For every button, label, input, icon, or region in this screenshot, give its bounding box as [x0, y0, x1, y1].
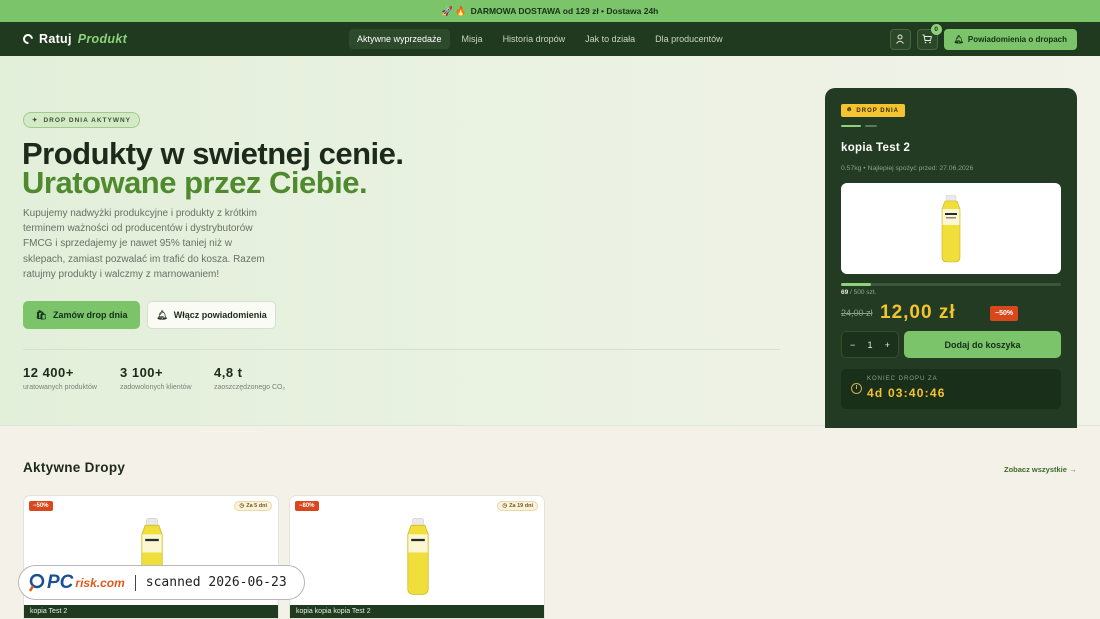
time-left-label: Za 19 dni: [509, 503, 533, 509]
product-image: [841, 183, 1061, 274]
drop-active-label: DROP DNIA AKTYWNY: [43, 116, 131, 124]
stat-value: 12 400+: [23, 365, 74, 380]
discount-badge: −80%: [295, 501, 319, 511]
enable-notifications-label: Włącz powiadomienia: [173, 310, 267, 320]
stat-value: 4,8 t: [214, 365, 243, 380]
drop-of-the-day-card: 🔥︎ DROP DNIA kopia Test 2 0.57kg • Najle…: [825, 88, 1077, 428]
nav-link-for-producers[interactable]: Dla producentów: [647, 29, 731, 49]
countdown-label: KONIEC DROPU ZA: [867, 376, 938, 382]
watermark-separator: [134, 574, 136, 591]
promo-text: DARMOWA DOSTAWA od 129 zł • Dostawa 24h: [470, 6, 659, 16]
hero-section: ✦ DROP DNIA AKTYWNY Produkty w swietnej …: [0, 56, 1100, 428]
logo-word-2: Produkt: [77, 32, 128, 46]
stock-count: 69 / 500 szt.: [841, 289, 876, 296]
countdown-box: KONIEC DROPU ZA 4d 03:40:46: [841, 369, 1061, 409]
sparkle-icon: ✦: [32, 117, 39, 124]
magnifier-icon: [29, 573, 45, 592]
watermark-brand-main: PC: [47, 571, 74, 593]
old-price: 24,00 zł: [841, 308, 873, 318]
stock-progress-bar: [841, 283, 1061, 286]
top-navigation: Ratuj Produkt Aktywne wyprzedaże Misja H…: [0, 22, 1100, 56]
quantity-increase-button[interactable]: +: [885, 340, 890, 350]
discount-badge: −50%: [990, 306, 1019, 321]
drop-notifications-label: Powiadomienia o dropach: [967, 34, 1067, 44]
watermark: PC risk.com scanned 2026-06-23: [18, 565, 305, 600]
add-to-cart-button[interactable]: Dodaj do koszyka: [904, 331, 1061, 358]
product-name: kopia kopia kopia Test 2: [290, 605, 544, 618]
quantity-value[interactable]: 1: [867, 340, 872, 350]
see-all-link[interactable]: Zobacz wszystkie →: [1004, 465, 1077, 474]
carousel-indicators: [841, 125, 877, 127]
headline-line-2: Uratowane przez Ciebie.: [22, 165, 368, 200]
new-price: 12,00 zł: [880, 302, 956, 323]
product-name: kopia Test 2: [24, 605, 278, 618]
bag-icon: 🛍︎: [35, 309, 47, 320]
bell-icon: 🔔︎: [156, 309, 168, 320]
quantity-decrease-button[interactable]: −: [850, 340, 855, 350]
promo-icons: 🚀 🔥: [441, 5, 467, 16]
stat-saved-products: 12 400+ uratowanych produktów: [23, 365, 97, 391]
clock-icon: [851, 383, 862, 394]
product-card[interactable]: −80% ◷ Za 19 dni kopia kopia kopia Test …: [289, 495, 545, 619]
logo[interactable]: Ratuj Produkt: [20, 31, 128, 47]
watermark-logo: PC risk.com: [29, 572, 125, 594]
carousel-dot[interactable]: [865, 125, 877, 127]
discount-badge: −50%: [29, 501, 53, 511]
stat-value: 3 100+: [120, 365, 164, 380]
watermark-brand-suffix: risk.com: [75, 575, 125, 590]
hero-description: Kupujemy nadwyżki produkcyjne i produkty…: [23, 208, 265, 280]
cart-icon: [922, 34, 933, 44]
watermark-scan-text: scanned 2026-06-23: [145, 575, 287, 590]
logo-word-1: Ratuj: [39, 32, 72, 46]
cart-count-badge: 0: [930, 23, 942, 35]
divider: [23, 349, 780, 350]
drop-day-badge: 🔥︎ DROP DNIA: [841, 104, 905, 117]
product-image: [290, 508, 544, 606]
carousel-dot-active[interactable]: [841, 125, 861, 127]
user-icon: [896, 34, 905, 44]
product-meta: 0.57kg • Najlepiej spożyć przed: 27.06.2…: [841, 165, 974, 172]
main-menu: Aktywne wyprzedaże Misja Historia dropów…: [349, 22, 731, 56]
nav-actions: 0 🔔︎ Powiadomienia o dropach: [889, 22, 1077, 56]
time-left-label: Za 5 dni: [246, 503, 267, 509]
product-card[interactable]: −50% ◷ Za 5 dni kopia Test 2: [23, 495, 279, 619]
cart-button[interactable]: 0: [916, 23, 942, 50]
order-drop-button[interactable]: 🛍︎ Zamów drop dnia: [23, 301, 140, 329]
countdown-time: 4d 03:40:46: [867, 386, 946, 400]
nav-link-active-sales[interactable]: Aktywne wyprzedaże: [349, 29, 450, 49]
stat-label: zadowolonych klientów: [120, 384, 192, 391]
nav-link-mission[interactable]: Misja: [454, 29, 491, 49]
time-left-badge: ◷ Za 5 dni: [234, 501, 272, 511]
clock-icon: ◷: [239, 503, 245, 509]
order-drop-label: Zamów drop dnia: [52, 310, 128, 320]
clock-icon: ◷: [502, 503, 508, 509]
stat-co2-saved: 4,8 t zaoszczędzonego CO₂: [214, 365, 285, 391]
bottle-image: [941, 194, 961, 262]
fire-icon: 🔥︎: [847, 107, 853, 113]
stock-sold: 69: [841, 289, 849, 296]
drop-notifications-button[interactable]: 🔔︎ Powiadomienia o dropach: [943, 28, 1077, 50]
stat-happy-customers: 3 100+ zadowolonych klientów: [120, 365, 192, 391]
quantity-stepper: − 1 +: [841, 331, 899, 358]
promo-bar: 🚀 🔥 DARMOWA DOSTAWA od 129 zł • Dostawa …: [0, 0, 1100, 22]
drop-active-badge: ✦ DROP DNIA AKTYWNY: [23, 112, 140, 128]
bottle-image: [407, 518, 429, 595]
stock-total: / 500 szt.: [850, 289, 877, 296]
stat-label: zaoszczędzonego CO₂: [214, 384, 286, 391]
product-title: kopia Test 2: [841, 142, 911, 154]
drop-day-label: DROP DNIA: [856, 107, 899, 114]
stat-label: uratowanych produktów: [23, 384, 97, 391]
active-drops-title: Aktywne Dropy: [23, 460, 126, 475]
nav-link-how-it-works[interactable]: Jak to działa: [577, 29, 643, 49]
logo-icon: [20, 31, 36, 47]
time-left-badge: ◷ Za 19 dni: [497, 501, 538, 511]
stock-progress-fill: [841, 283, 872, 286]
enable-notifications-button[interactable]: 🔔︎ Włącz powiadomienia: [147, 301, 276, 329]
account-button[interactable]: [889, 28, 911, 50]
nav-link-drop-history[interactable]: Historia dropów: [495, 29, 574, 49]
bell-icon: 🔔︎: [953, 34, 964, 44]
